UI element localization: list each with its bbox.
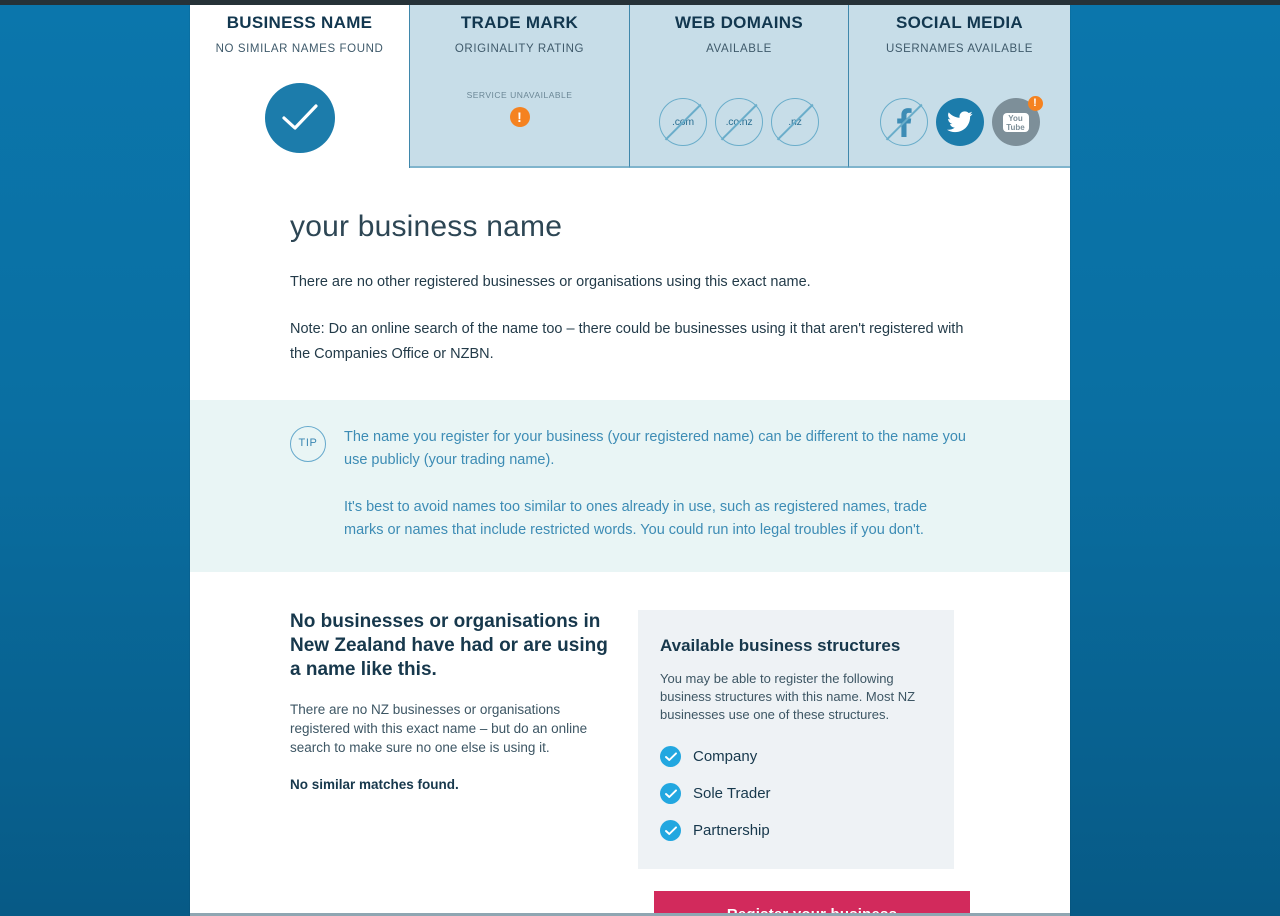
facebook-icon[interactable] [879,98,928,146]
tab-business-name[interactable]: BUSINESS NAME NO SIMILAR NAMES FOUND [190,0,410,168]
result-heading: No businesses or organisations in New Ze… [290,611,608,680]
business-structures-title: Available business structures [660,636,901,655]
business-structure-label: Partnership [693,822,770,839]
tab-web-domains-body: .com .co.nz .nz [630,76,848,146]
business-structures-body: You may be able to register the followin… [660,671,916,722]
tab-business-name-body [190,76,409,153]
page-title: your business name [290,210,563,243]
check-circle-icon [264,83,335,153]
check-icon [660,820,681,841]
twitter-icon[interactable] [935,98,984,146]
tab-trade-mark-title: TRADE MARK [460,13,579,32]
top-chrome-strip [0,0,1280,5]
business-structure-label: Sole Trader [693,785,771,802]
tab-business-name-subtitle: NO SIMILAR NAMES FOUND [215,43,384,55]
tip-text: The name you register for your business … [344,426,970,542]
business-structure-label: Company [693,748,758,765]
trade-mark-status-label: SERVICE UNAVAILABLE [466,90,573,100]
result-page: BUSINESS NAME NO SIMILAR NAMES FOUND TRA… [190,0,1070,916]
list-item: Company [660,746,932,767]
youtube-glyph: You Tube [1002,112,1029,132]
result-body: There are no NZ businesses or organisati… [290,702,588,755]
tab-web-domains-title: WEB DOMAINS [675,13,803,32]
check-icon [660,783,681,804]
social-icon-row: You Tube ! [879,96,1043,146]
tab-web-domains-subtitle: AVAILABLE [706,43,772,55]
list-item: Sole Trader [660,783,932,804]
business-structures-list: Company Sole Trader Partnership [660,746,932,841]
tab-social-media-subtitle: USERNAMES AVAILABLE [885,43,1034,55]
youtube-icon[interactable]: You Tube ! [991,96,1043,146]
tab-social-media-body: You Tube ! [849,76,1070,146]
domain-chip-nz[interactable]: .nz [771,98,819,146]
list-item: Partnership [660,820,932,841]
main-content: your business name There are no other re… [190,168,1070,367]
strikethrough-icon [776,103,814,141]
check-icon [660,746,681,767]
tip-paragraph-1: The name you register for your business … [344,429,966,468]
strikethrough-icon [664,103,702,141]
business-structures-panel: Available business structures You may be… [638,610,954,869]
result-summary: No businesses or organisations in New Ze… [290,610,610,869]
tab-trade-mark-body: SERVICE UNAVAILABLE ! [410,76,629,127]
status-tab-bar: BUSINESS NAME NO SIMILAR NAMES FOUND TRA… [190,0,1070,168]
tab-social-media[interactable]: SOCIAL MEDIA USERNAMES AVAILABLE You Tub… [849,0,1070,168]
bottom-section: No businesses or organisations in New Ze… [190,572,1070,869]
domain-chip-conz[interactable]: .co.nz [715,98,763,146]
tab-web-domains[interactable]: WEB DOMAINS AVAILABLE .com .co.nz .nz [630,0,849,168]
tip-badge: TIP [290,426,326,462]
result-match-summary: No similar matches found. [290,777,459,792]
tab-trade-mark-subtitle: ORIGINALITY RATING [454,43,585,55]
alert-badge-icon: ! [1027,96,1043,111]
domain-chip-com[interactable]: .com [659,98,707,146]
main-paragraph-1: There are no other registered businesses… [290,274,811,290]
tip-band: TIP The name you register for your busin… [190,400,1070,572]
main-paragraph-2: Note: Do an online search of the name to… [290,321,964,362]
tab-business-name-title: BUSINESS NAME [226,13,373,32]
tab-trade-mark[interactable]: TRADE MARK ORIGINALITY RATING SERVICE UN… [410,0,630,168]
tab-social-media-title: SOCIAL MEDIA [895,13,1024,32]
alert-icon: ! [509,107,530,127]
tip-paragraph-2: It's best to avoid names too similar to … [344,499,928,538]
domain-chip-row: .com .co.nz .nz [659,98,819,146]
